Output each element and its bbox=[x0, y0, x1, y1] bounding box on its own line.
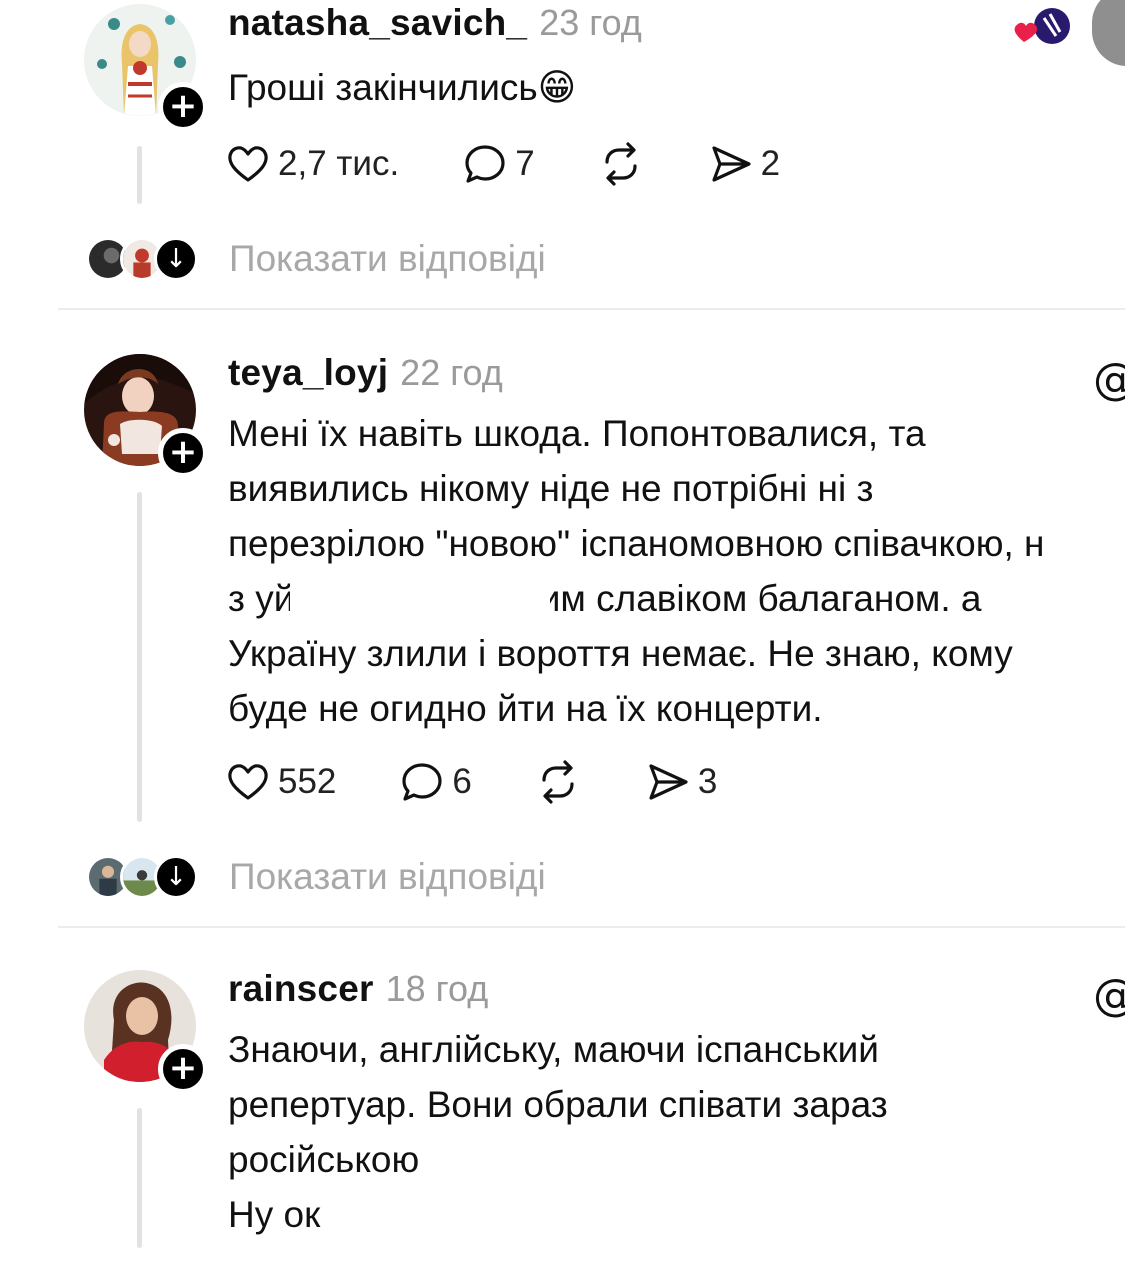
comment-text: Мені їх навіть шкода. Попонтовалися, та … bbox=[228, 413, 1045, 729]
like-action[interactable]: 552 bbox=[224, 758, 336, 806]
action-bar: 2,7 тис. 7 2 bbox=[224, 139, 842, 189]
share-action[interactable]: 3 bbox=[644, 758, 717, 806]
username[interactable]: natasha_savich_ bbox=[228, 2, 527, 44]
timestamp: 23 год bbox=[539, 2, 642, 43]
follow-button[interactable]: + bbox=[158, 1044, 208, 1094]
heart-icon bbox=[228, 146, 268, 182]
divider bbox=[58, 926, 1125, 928]
divider bbox=[58, 308, 1125, 310]
comment-action[interactable]: 7 bbox=[461, 140, 535, 188]
reaction-preview bbox=[1010, 6, 1070, 50]
username[interactable]: teya_loyj bbox=[228, 352, 388, 394]
show-replies-link[interactable]: Показати відповіді bbox=[229, 856, 546, 898]
thread-line bbox=[137, 1108, 142, 1248]
comment-text: Гроші закінчились😁 bbox=[228, 67, 577, 108]
send-icon bbox=[649, 764, 688, 800]
comment-count: 7 bbox=[515, 144, 535, 183]
action-bar: 552 6 3 bbox=[224, 757, 779, 807]
repost-icon bbox=[542, 760, 574, 804]
arrow-down-icon: ↓ bbox=[154, 855, 198, 899]
follow-button[interactable]: + bbox=[158, 82, 208, 132]
comment-icon bbox=[465, 145, 505, 183]
repost-action[interactable] bbox=[597, 140, 645, 188]
repost-action[interactable] bbox=[534, 758, 582, 806]
show-replies-row[interactable]: ↓ Показати відповіді bbox=[86, 234, 546, 284]
show-replies-link[interactable]: Показати відповіді bbox=[229, 238, 546, 280]
share-action[interactable]: 2 bbox=[707, 140, 780, 188]
reply-avatars: ↓ bbox=[86, 855, 201, 899]
timestamp: 22 год bbox=[400, 352, 503, 393]
comments-feed: + natasha_savich_ 23 год Гроші закінчили… bbox=[0, 0, 1125, 1280]
like-count: 552 bbox=[278, 762, 337, 801]
username[interactable]: rainscer bbox=[228, 968, 374, 1010]
send-icon bbox=[712, 146, 751, 182]
repost-icon bbox=[605, 142, 637, 186]
arrow-down-icon: ↓ bbox=[154, 237, 198, 281]
comment-text: Знаючи, англійську, маючи іспанський реп… bbox=[228, 1029, 888, 1235]
threads-icon[interactable]: @ bbox=[1093, 354, 1125, 405]
timestamp: 18 год bbox=[385, 968, 489, 1009]
share-count: 3 bbox=[697, 762, 718, 801]
like-action[interactable]: 2,7 тис. bbox=[224, 140, 399, 188]
comment-header: rainscer 18 год bbox=[228, 968, 488, 1018]
thread-line bbox=[137, 146, 142, 204]
show-replies-row[interactable]: ↓ Показати відповіді bbox=[86, 852, 546, 902]
heart-icon bbox=[228, 764, 268, 800]
like-count: 2,7 тис. bbox=[278, 144, 400, 183]
comment-icon bbox=[402, 763, 443, 801]
comment-action[interactable]: 6 bbox=[398, 758, 472, 806]
threads-icon[interactable]: @ bbox=[1093, 970, 1125, 1021]
overlay-button[interactable] bbox=[1092, 0, 1125, 66]
share-count: 2 bbox=[760, 144, 781, 183]
redaction bbox=[290, 572, 550, 622]
comment-header: teya_loyj 22 год bbox=[228, 352, 503, 402]
follow-button[interactable]: + bbox=[158, 428, 208, 478]
thread-line bbox=[137, 492, 142, 822]
reply-avatars: ↓ bbox=[86, 237, 201, 281]
comment-count: 6 bbox=[452, 762, 472, 801]
comment-header: natasha_savich_ 23 год bbox=[228, 2, 642, 52]
